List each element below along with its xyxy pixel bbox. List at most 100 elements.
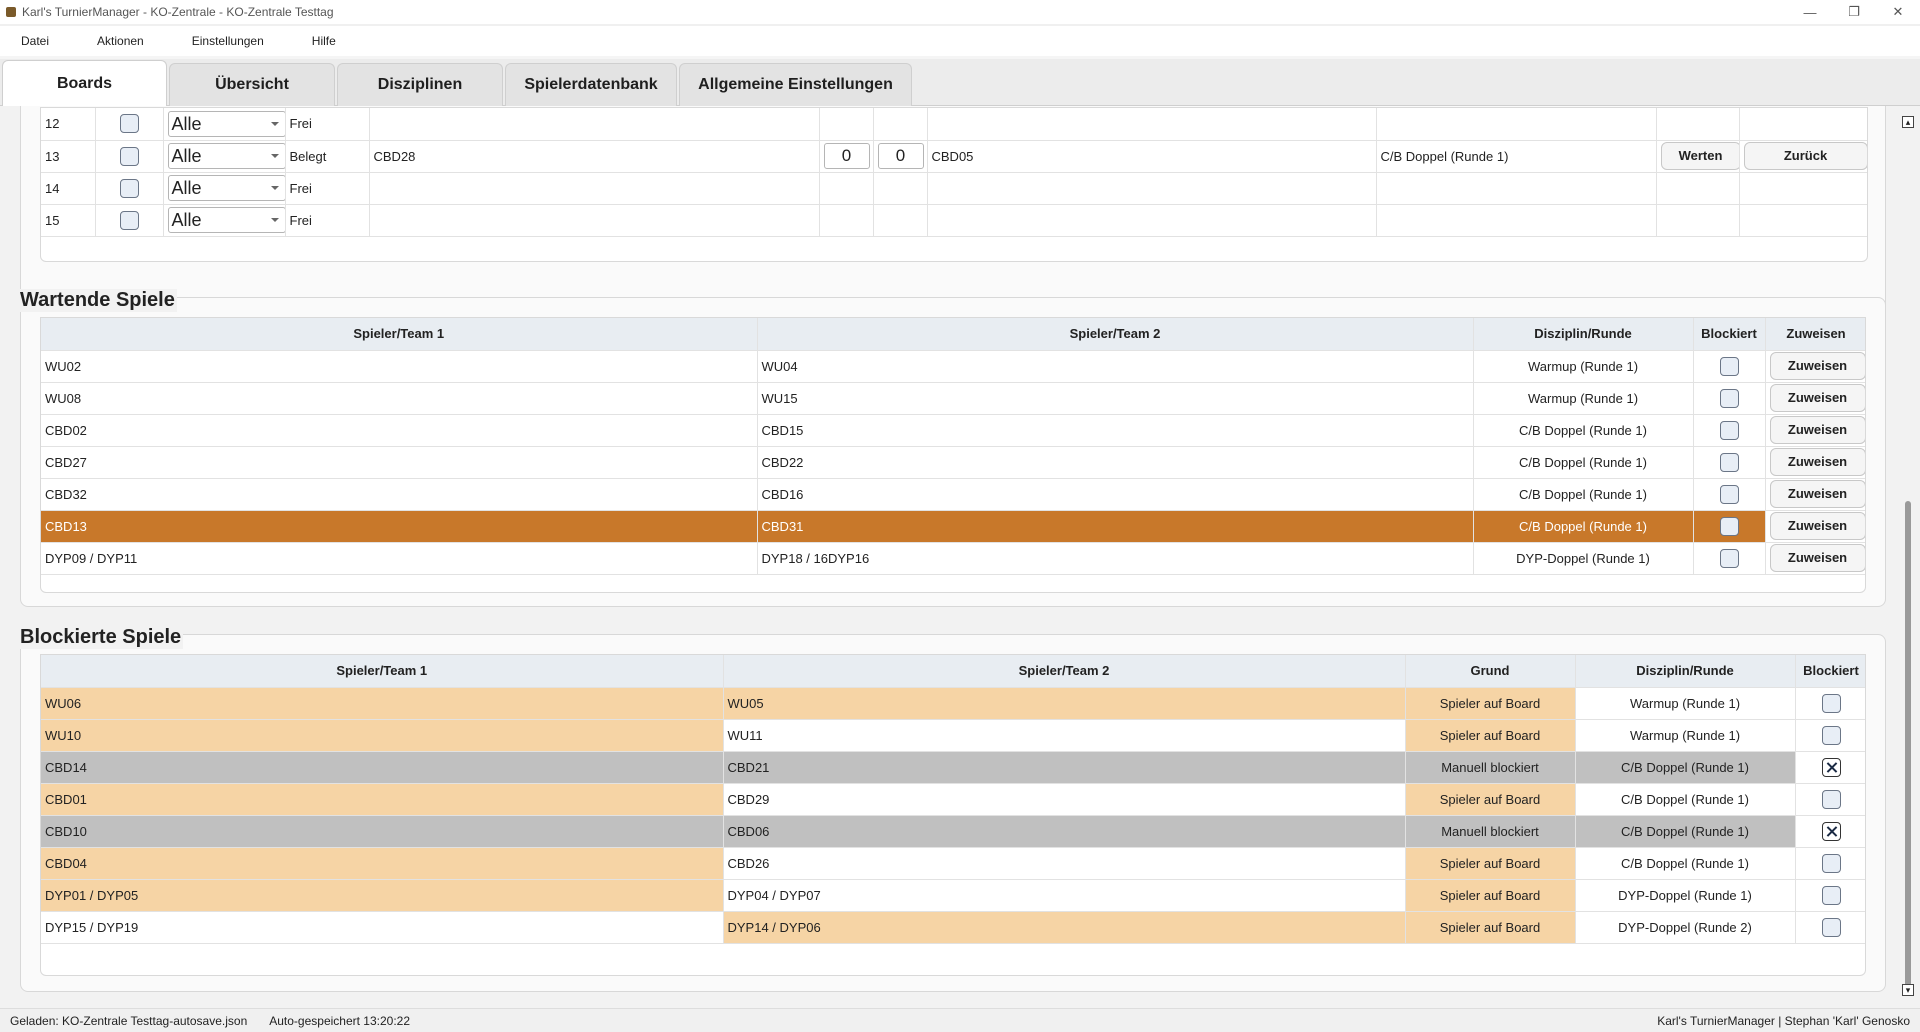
werten-button[interactable]: Werten (1660, 142, 1738, 170)
waiting-row[interactable]: WU02 WU04 Warmup (Runde 1) Zuweisen (41, 350, 1865, 383)
waiting-header-team2[interactable]: Spieler/Team 2 (757, 318, 1474, 351)
score2-input[interactable]: 0 (877, 143, 924, 169)
blocked-header-team2[interactable]: Spieler/Team 2 (723, 655, 1406, 688)
blocked-team2: WU05 (723, 687, 1406, 720)
board-filter-dropdown[interactable]: Alle (167, 207, 284, 233)
blocked-team2: DYP14 / DYP06 (723, 911, 1406, 944)
board-filter-dropdown[interactable]: Alle (167, 175, 284, 201)
waiting-team1: CBD02 (41, 414, 758, 447)
waiting-row[interactable]: WU08 WU15 Warmup (Runde 1) Zuweisen (41, 382, 1865, 415)
waiting-header-team1[interactable]: Spieler/Team 1 (41, 318, 758, 351)
zuweisen-button[interactable]: Zuweisen (1769, 416, 1865, 444)
minimize-icon[interactable]: — (1788, 0, 1832, 24)
blocked-row[interactable]: CBD14 CBD21 Manuell blockiert C/B Doppel (R… (41, 751, 1865, 784)
zuweisen-button[interactable]: Zuweisen (1769, 480, 1865, 508)
waiting-disziplin: DYP-Doppel (Runde 1) (1473, 542, 1694, 575)
board-werten-cell (1656, 204, 1740, 237)
blocked-grund: Manuell blockiert (1405, 751, 1576, 784)
board-disziplin (1376, 204, 1657, 237)
blocked-checkbox[interactable] (1719, 484, 1739, 504)
tab-boards[interactable]: Boards (2, 60, 167, 107)
blocked-checkbox[interactable] (1821, 693, 1841, 713)
close-icon[interactable]: ✕ (1876, 0, 1920, 24)
menu-einstellungen[interactable]: Einstellungen (192, 34, 264, 48)
menu-hilfe[interactable]: Hilfe (312, 34, 336, 48)
blocked-checkbox[interactable] (1719, 548, 1739, 568)
waiting-header-zuweisen[interactable]: Zuweisen (1765, 318, 1865, 351)
blocked-grund: Spieler auf Board (1405, 783, 1576, 816)
maximize-icon[interactable]: ❐ (1832, 0, 1876, 24)
board-team2: CBD05 (927, 140, 1377, 173)
waiting-row[interactable]: CBD32 CBD16 C/B Doppel (Runde 1) Zuweisen (41, 478, 1865, 511)
blocked-checkbox[interactable] (1719, 356, 1739, 376)
board-werten-cell (1656, 172, 1740, 205)
waiting-blocked-cell (1693, 542, 1766, 575)
board-checkbox[interactable] (119, 146, 139, 166)
tab-spielerdatenbank[interactable]: Spielerdatenbank (505, 63, 677, 106)
scroll-up-icon[interactable]: ▴ (1902, 116, 1914, 128)
tab-disziplinen[interactable]: Disziplinen (337, 63, 503, 106)
blocked-row[interactable]: CBD01 CBD29 Spieler auf Board C/B Doppel (R… (41, 783, 1865, 816)
blocked-header-grund[interactable]: Grund (1405, 655, 1576, 688)
blocked-games-table: Spieler/Team 1 Spieler/Team 2 Grund Disz… (41, 655, 1865, 944)
board-checkbox[interactable] (119, 114, 139, 134)
tab-allgemeine-einstellungen[interactable]: Allgemeine Einstellungen (679, 63, 912, 106)
waiting-header-disziplin[interactable]: Disziplin/Runde (1473, 318, 1694, 351)
zuweisen-button[interactable]: Zuweisen (1769, 352, 1865, 380)
blocked-row[interactable]: CBD10 CBD06 Manuell blockiert C/B Doppel (R… (41, 815, 1865, 848)
board-filter-value: Alle (171, 178, 202, 198)
blocked-row[interactable]: WU10 WU11 Spieler auf Board Warmup (Runde 1… (41, 719, 1865, 752)
waiting-row[interactable]: CBD02 CBD15 C/B Doppel (Runde 1) Zuweisen (41, 414, 1865, 447)
menu-datei[interactable]: Datei (21, 34, 49, 48)
board-team2 (927, 172, 1377, 205)
zuweisen-button[interactable]: Zuweisen (1769, 384, 1865, 412)
menu-aktionen[interactable]: Aktionen (97, 34, 144, 48)
waiting-blocked-cell (1693, 414, 1766, 447)
blocked-team1: DYP01 / DYP05 (41, 879, 724, 912)
blocked-checkbox-cell (1795, 751, 1865, 784)
zurueck-button[interactable]: Zurück (1743, 142, 1867, 170)
blocked-row[interactable]: WU06 WU05 Spieler auf Board Warmup (Runde 1… (41, 687, 1865, 720)
board-checkbox[interactable] (119, 178, 139, 198)
blocked-checkbox[interactable] (1821, 917, 1841, 937)
board-checkbox[interactable] (119, 210, 139, 230)
board-filter-dropdown[interactable]: Alle (167, 110, 284, 137)
board-disziplin (1376, 108, 1657, 141)
boards-grid: 12 Alle Frei 13 Alle Belegt CBD28 0 0 CBD05 C/B Do… (40, 107, 1868, 262)
scrollbar-thumb[interactable] (1905, 501, 1911, 996)
blocked-header-disziplin[interactable]: Disziplin/Runde (1575, 655, 1796, 688)
blocked-checkbox[interactable] (1719, 420, 1739, 440)
blocked-checkbox[interactable] (1821, 885, 1841, 905)
tab-uebersicht[interactable]: Übersicht (169, 63, 335, 106)
blocked-row[interactable]: DYP01 / DYP05 DYP04 / DYP07 Spieler auf Bo… (41, 879, 1865, 912)
waiting-zuweisen-cell: Zuweisen (1765, 542, 1865, 575)
scroll-down-icon[interactable]: ▾ (1902, 984, 1914, 996)
blocked-checkbox[interactable] (1821, 757, 1841, 777)
board-zurueck-cell (1739, 172, 1867, 205)
blocked-checkbox[interactable] (1821, 821, 1841, 841)
blocked-checkbox[interactable] (1821, 789, 1841, 809)
blocked-checkbox[interactable] (1719, 388, 1739, 408)
blocked-checkbox[interactable] (1719, 452, 1739, 472)
blocked-header-team1[interactable]: Spieler/Team 1 (41, 655, 724, 688)
board-team1 (369, 172, 820, 205)
zuweisen-button[interactable]: Zuweisen (1769, 512, 1865, 540)
blocked-checkbox[interactable] (1719, 516, 1739, 536)
blocked-header-blockiert[interactable]: Blockiert (1795, 655, 1865, 688)
waiting-row[interactable]: CBD13 CBD31 C/B Doppel (Runde 1) Zuweisen (41, 510, 1865, 543)
zuweisen-button[interactable]: Zuweisen (1769, 448, 1865, 476)
waiting-header-blockiert[interactable]: Blockiert (1693, 318, 1766, 351)
score1-input[interactable]: 0 (823, 143, 870, 169)
waiting-row[interactable]: DYP09 / DYP11 DYP18 / 16DYP16 DYP-Doppel (… (41, 542, 1865, 575)
zuweisen-button[interactable]: Zuweisen (1769, 544, 1865, 572)
blocked-checkbox-cell (1795, 847, 1865, 880)
blocked-row[interactable]: CBD04 CBD26 Spieler auf Board C/B Doppel (R… (41, 847, 1865, 880)
blocked-checkbox[interactable] (1821, 725, 1841, 745)
vertical-scrollbar[interactable]: ▴ ▾ (1896, 106, 1920, 1008)
board-filter-dropdown[interactable]: Alle (167, 143, 284, 169)
board-team1: CBD28 (369, 140, 820, 173)
board-filter-cell: Alle (163, 172, 286, 205)
waiting-row[interactable]: CBD27 CBD22 C/B Doppel (Runde 1) Zuweisen (41, 446, 1865, 479)
blocked-checkbox[interactable] (1821, 853, 1841, 873)
blocked-row[interactable]: DYP15 / DYP19 DYP14 / DYP06 Spieler auf Bo… (41, 911, 1865, 944)
